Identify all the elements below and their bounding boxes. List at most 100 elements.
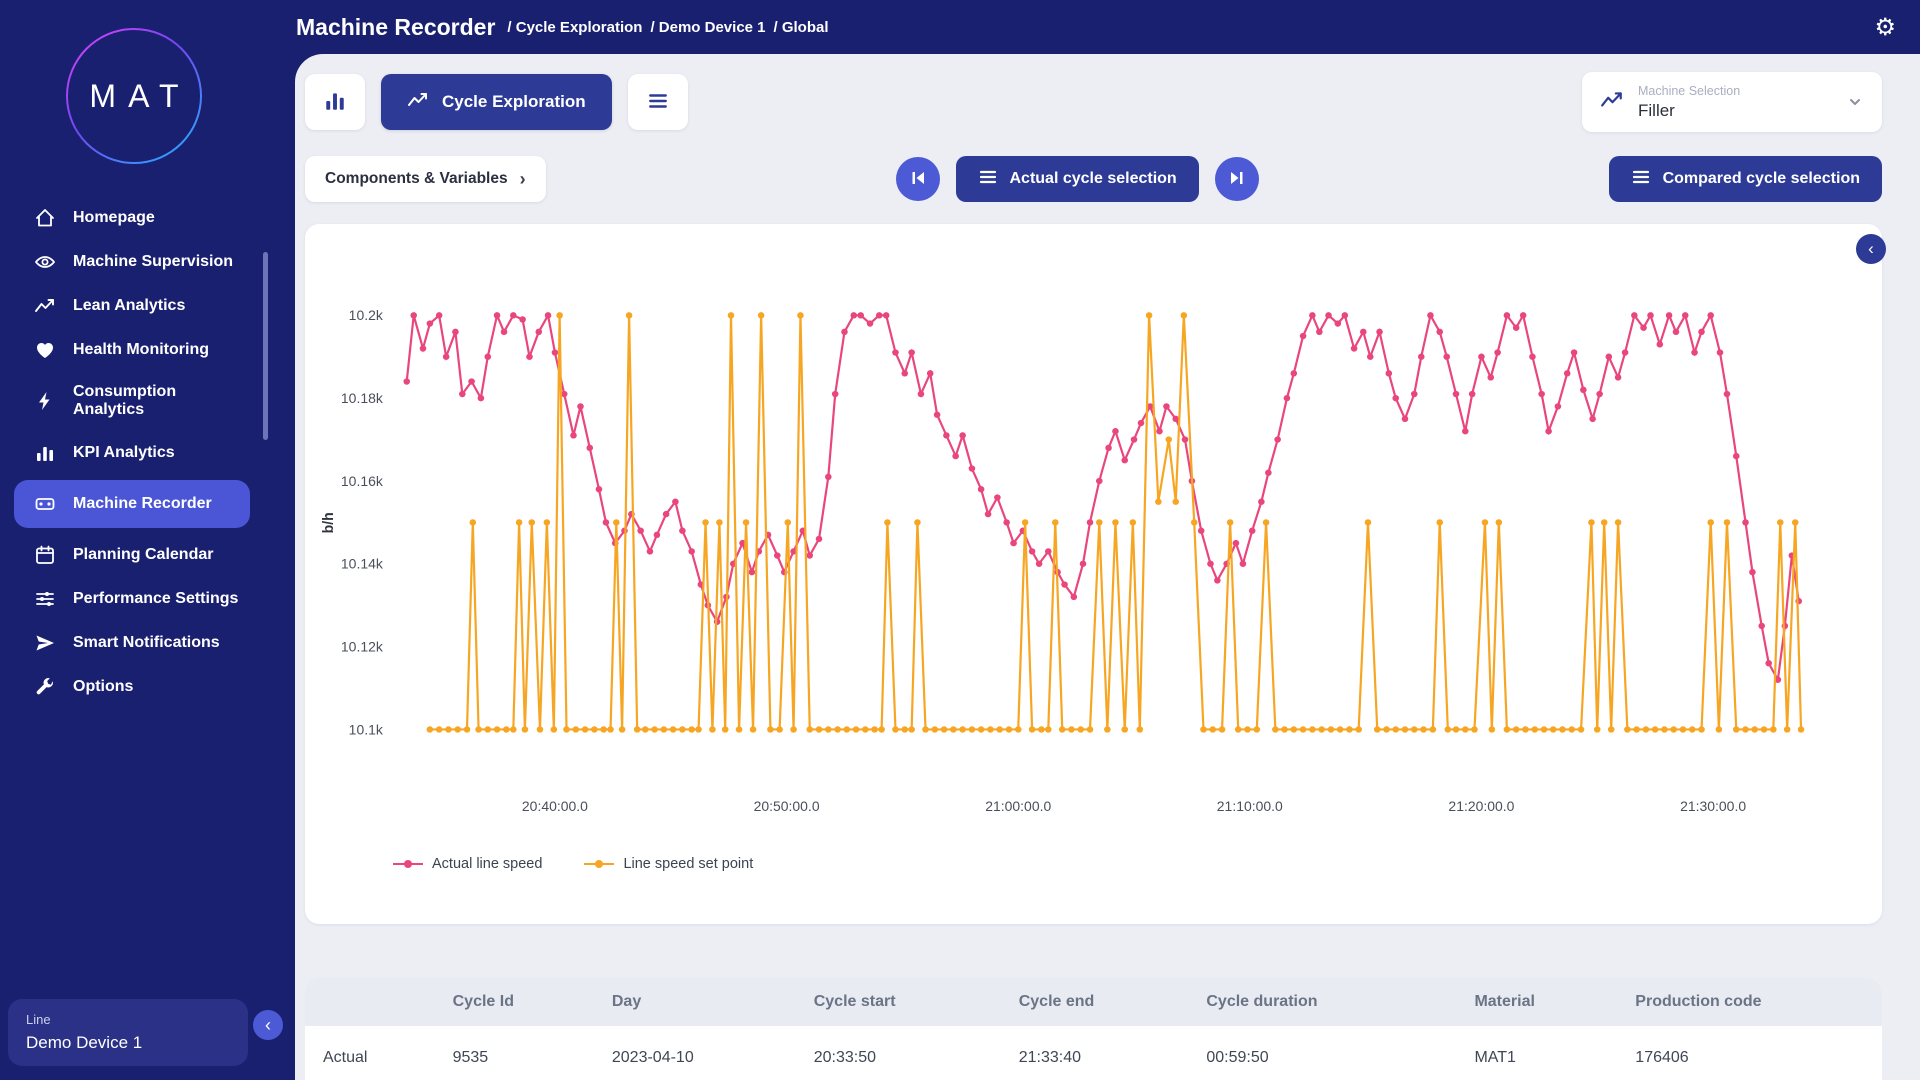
table-header-production-code: Production code	[1623, 978, 1882, 1026]
sidebar-scrollbar[interactable]	[263, 252, 268, 440]
menu-icon	[647, 90, 669, 115]
cell-cycle-start: 20:33:50	[802, 1026, 1007, 1080]
components-variables-button[interactable]: Components & Variables ›	[305, 156, 546, 202]
sidebar-item-consumption-analytics[interactable]: Consumption Analytics	[0, 372, 268, 431]
chevron-down-icon	[1846, 93, 1864, 111]
cell-cycle-end: 21:33:40	[1007, 1026, 1195, 1080]
sliders-icon	[34, 588, 56, 610]
eye-icon	[34, 251, 56, 273]
chevron-left-icon: ‹	[265, 1015, 271, 1035]
svg-text:10.2k: 10.2k	[349, 308, 383, 323]
svg-text:10.1k: 10.1k	[349, 722, 383, 737]
machine-selection-label: Machine Selection	[1638, 84, 1740, 98]
sidebar-item-smart-notifications[interactable]: Smart Notifications	[0, 621, 268, 665]
top-bar: Machine Recorder / Cycle Exploration / D…	[268, 0, 1920, 54]
legend-dot	[595, 860, 603, 868]
sidebar-item-label: Machine Supervision	[73, 253, 233, 271]
sidebar-item-health-monitoring[interactable]: Health Monitoring	[0, 328, 268, 372]
legend-label: Actual line speed	[432, 856, 542, 872]
table-header	[305, 978, 441, 1026]
cell-material: MAT1	[1462, 1026, 1623, 1080]
page-title: Machine Recorder	[296, 14, 495, 41]
next-cycle-button[interactable]	[1215, 157, 1259, 201]
sidebar-nav: Homepage Machine Supervision Lean Analyt…	[0, 196, 268, 709]
table-header-cycle-id: Cycle Id	[441, 978, 600, 1026]
trend-line-icon	[34, 295, 56, 317]
line-speed-chart-card: ‹ 10.2k10.18k10.16k10.14k10.12k10.1k20:4…	[305, 224, 1882, 924]
svg-text:21:00:00.0: 21:00:00.0	[985, 799, 1051, 814]
table-header-material: Material	[1462, 978, 1623, 1026]
cycle-exploration-tab[interactable]: Cycle Exploration	[381, 74, 612, 130]
svg-text:21:20:00.0: 21:20:00.0	[1448, 799, 1514, 814]
chart-collapse-button[interactable]: ‹	[1856, 234, 1886, 264]
line-selector-card[interactable]: Line Demo Device 1	[8, 999, 248, 1066]
sidebar-item-planning-calendar[interactable]: Planning Calendar	[0, 533, 268, 577]
svg-text:21:10:00.0: 21:10:00.0	[1217, 799, 1283, 814]
sidebar-item-kpi-analytics[interactable]: KPI Analytics	[0, 431, 268, 475]
chevron-right-icon: ›	[520, 169, 526, 190]
legend-dot	[404, 860, 412, 868]
sidebar-item-lean-analytics[interactable]: Lean Analytics	[0, 284, 268, 328]
compared-cycle-selection-label: Compared cycle selection	[1663, 170, 1860, 188]
legend-line-speed-set-point[interactable]: Line speed set point	[584, 856, 753, 872]
sidebar-item-label: KPI Analytics	[73, 444, 175, 462]
line-selector-value: Demo Device 1	[26, 1033, 230, 1053]
toolbar-row-2: Components & Variables › Actual cycle se…	[305, 156, 1882, 202]
breadcrumb-crumb[interactable]: / Cycle Exploration	[507, 19, 642, 36]
trend-line-icon	[1600, 88, 1624, 117]
svg-text:b/h: b/h	[321, 512, 337, 533]
sidebar-collapse-button[interactable]: ‹	[253, 1010, 283, 1040]
app-logo[interactable]: MAT	[66, 28, 202, 164]
main-content: Cycle Exploration Machine Selection Fill…	[295, 54, 1920, 1080]
menu-icon	[1631, 167, 1651, 192]
bar-chart-icon	[323, 89, 347, 116]
compared-cycle-selection-button[interactable]: Compared cycle selection	[1609, 156, 1882, 202]
app-logo-text: MAT	[77, 78, 190, 115]
breadcrumb-crumb[interactable]: / Demo Device 1	[650, 19, 765, 36]
sidebar-item-options[interactable]: Options	[0, 665, 268, 709]
legend-label: Line speed set point	[623, 856, 753, 872]
legend-swatch	[584, 863, 614, 866]
menu-view-button[interactable]	[628, 74, 688, 130]
table-header-cycle-end: Cycle end	[1007, 978, 1195, 1026]
table-header-cycle-duration: Cycle duration	[1194, 978, 1462, 1026]
sidebar-item-label: Health Monitoring	[73, 341, 209, 359]
cycle-exploration-label: Cycle Exploration	[442, 92, 586, 112]
svg-text:10.14k: 10.14k	[341, 557, 383, 572]
line-chart[interactable]: 10.2k10.18k10.16k10.14k10.12k10.1k20:40:…	[313, 258, 1870, 838]
cell-production-code: 176406	[1623, 1026, 1882, 1080]
breadcrumb-crumb[interactable]: / Global	[774, 19, 829, 36]
table-row-actual[interactable]: Actual 9535 2023-04-10 20:33:50 21:33:40…	[305, 1026, 1882, 1080]
actual-cycle-selection-label: Actual cycle selection	[1010, 170, 1177, 188]
sidebar-item-label: Consumption Analytics	[73, 383, 248, 420]
svg-text:10.16k: 10.16k	[341, 474, 383, 489]
breadcrumb: / Cycle Exploration / Demo Device 1 / Gl…	[507, 19, 828, 36]
sidebar-item-label: Homepage	[73, 209, 155, 227]
sidebar-item-label: Options	[73, 678, 133, 696]
svg-text:20:50:00.0: 20:50:00.0	[754, 799, 820, 814]
cell-day: 2023-04-10	[600, 1026, 802, 1080]
sidebar-item-performance-settings[interactable]: Performance Settings	[0, 577, 268, 621]
sidebar-item-homepage[interactable]: Homepage	[0, 196, 268, 240]
heart-icon	[34, 339, 56, 361]
chart-view-button[interactable]	[305, 74, 365, 130]
previous-cycle-button[interactable]	[896, 157, 940, 201]
sidebar: MAT Homepage Machine Supervision Lean An…	[0, 0, 268, 1080]
sidebar-item-label: Planning Calendar	[73, 546, 213, 564]
table-header-row: Cycle Id Day Cycle start Cycle end Cycle…	[305, 978, 1882, 1026]
actual-cycle-selection-button[interactable]: Actual cycle selection	[956, 156, 1199, 202]
chevron-left-icon: ‹	[1868, 239, 1874, 258]
components-variables-label: Components & Variables	[325, 170, 508, 188]
cycle-table-card: Cycle Id Day Cycle start Cycle end Cycle…	[305, 978, 1882, 1080]
line-selector-label: Line	[26, 1012, 230, 1027]
send-icon	[34, 632, 56, 654]
settings-gear-button[interactable]: ⚙	[1874, 13, 1896, 42]
legend-actual-line-speed[interactable]: Actual line speed	[393, 856, 542, 872]
chart-legend: Actual line speed Line speed set point	[393, 856, 1870, 872]
menu-icon	[978, 167, 998, 192]
sidebar-item-machine-supervision[interactable]: Machine Supervision	[0, 240, 268, 284]
machine-selection-dropdown[interactable]: Machine Selection Filler	[1582, 72, 1882, 132]
svg-text:21:30:00.0: 21:30:00.0	[1680, 799, 1746, 814]
sidebar-item-machine-recorder[interactable]: Machine Recorder	[14, 480, 250, 528]
skip-next-icon	[1229, 170, 1245, 189]
